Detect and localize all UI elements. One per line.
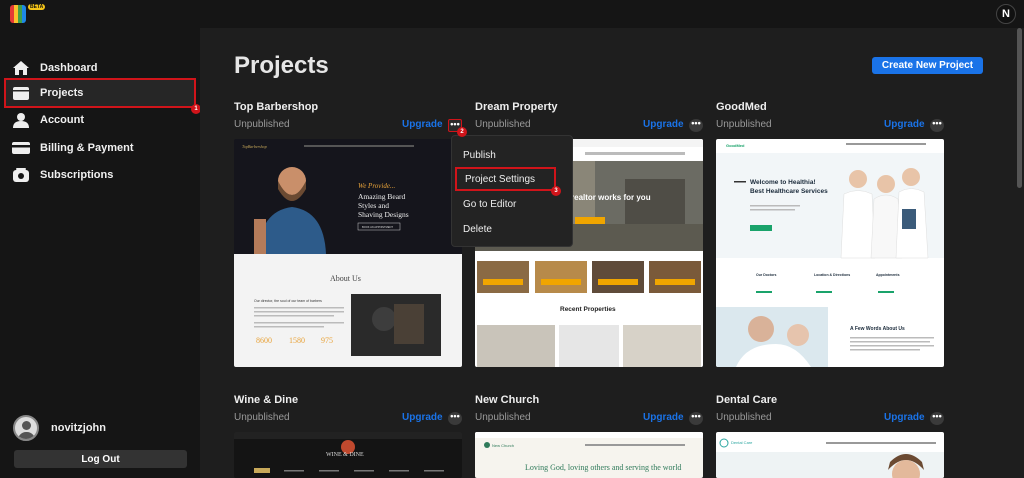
project-thumbnail[interactable]: Dental Care	[716, 432, 944, 478]
preview-about: About Us	[330, 274, 361, 283]
preview-about-sub: Our director, the soul of our team of ba…	[254, 299, 322, 303]
preview-brand: GoodMed	[726, 143, 745, 148]
preview-tagline: We Provide...	[358, 182, 395, 190]
project-thumbnail[interactable]: WINE & DINE	[234, 432, 462, 478]
more-options-button[interactable]: •••	[930, 119, 944, 132]
project-thumbnail[interactable]: GoodMed Welcome to Healthia! Best Health…	[716, 139, 944, 367]
user-icon	[12, 112, 30, 128]
more-options-button[interactable]: •••	[448, 412, 462, 425]
preview-brand: WINE & DINE	[326, 452, 364, 458]
sidebar-item-account[interactable]: Account	[6, 107, 196, 133]
preview-headline: Loving God, loving others and serving th…	[525, 463, 681, 472]
preview-headline-3: Shaving Designs	[358, 210, 409, 219]
project-status: Unpublished	[716, 119, 772, 130]
dental-preview: Dental Care	[716, 432, 944, 478]
preview-section: Recent Properties	[560, 306, 616, 313]
project-status: Unpublished	[475, 119, 531, 130]
annotation-badge-3: 3	[551, 186, 561, 196]
project-title: New Church	[475, 394, 540, 406]
top-bar: BETA N	[0, 0, 1024, 28]
sidebar-item-subscriptions[interactable]: Subscriptions	[6, 162, 196, 188]
goodmed-preview: GoodMed Welcome to Healthia! Best Health…	[716, 139, 944, 367]
project-title: Dream Property	[475, 101, 558, 113]
preview-col-2: Location & Directions	[814, 273, 850, 277]
project-status: Unpublished	[234, 412, 290, 423]
project-thumbnail[interactable]: TopBarbershop We Provide... Amazing Bear…	[234, 139, 462, 367]
preview-col-3: Appointments	[876, 273, 900, 277]
preview-cta: BOOK AN APPOINTMENT	[362, 225, 393, 229]
preview-stat-1: 8600	[256, 336, 272, 345]
barbershop-preview: TopBarbershop We Provide... Amazing Bear…	[234, 139, 462, 367]
upgrade-link[interactable]: Upgrade	[643, 119, 684, 130]
sidebar-item-label: Account	[40, 114, 84, 126]
sidebar-item-label: Projects	[40, 87, 84, 99]
project-status: Unpublished	[475, 412, 531, 423]
preview-welcome-1: Welcome to Healthia!	[750, 179, 816, 186]
project-thumbnail[interactable]: New Church Loving God, loving others and…	[475, 432, 703, 478]
preview-headline-2: Styles and	[358, 201, 389, 210]
upgrade-link[interactable]: Upgrade	[402, 119, 443, 130]
profile-avatar[interactable]: N	[996, 4, 1016, 24]
upgrade-link[interactable]: Upgrade	[643, 412, 684, 423]
project-status: Unpublished	[234, 119, 290, 130]
annotation-badge-2: 2	[457, 127, 467, 137]
sidebar-item-label: Billing & Payment	[40, 142, 134, 154]
page-title: Projects	[234, 52, 329, 79]
project-title: GoodMed	[716, 101, 767, 113]
preview-words: A Few Words About Us	[850, 326, 905, 332]
more-options-button[interactable]: •••	[930, 412, 944, 425]
menu-item-project-settings[interactable]: Project Settings	[455, 167, 556, 191]
preview-welcome-2: Best Healthcare Services	[750, 188, 828, 195]
project-status: Unpublished	[716, 412, 772, 423]
logout-button[interactable]: Log Out	[14, 450, 187, 468]
preview-headline-1: Amazing Beard	[358, 192, 406, 201]
upgrade-link[interactable]: Upgrade	[402, 412, 443, 423]
preview-stat-2: 1580	[289, 336, 305, 345]
subscriptions-icon	[12, 167, 30, 183]
main-content: Projects Create New Project Top Barbersh…	[200, 28, 1024, 478]
church-preview: New Church Loving God, loving others and…	[475, 432, 703, 478]
sidebar-item-projects[interactable]: Projects	[4, 78, 196, 108]
sidebar-item-label: Subscriptions	[40, 169, 114, 181]
upgrade-link[interactable]: Upgrade	[884, 119, 925, 130]
sidebar-item-billing[interactable]: Billing & Payment	[6, 135, 196, 161]
scrollbar[interactable]	[1017, 28, 1022, 188]
more-options-button[interactable]: •••	[689, 119, 703, 132]
card-icon	[12, 140, 30, 156]
project-title: Wine & Dine	[234, 394, 299, 406]
upgrade-link[interactable]: Upgrade	[884, 412, 925, 423]
preview-stat-3: 975	[321, 336, 333, 345]
sidebar-item-label: Dashboard	[40, 62, 98, 74]
project-title: Dental Care	[716, 394, 778, 406]
create-new-project-button[interactable]: Create New Project	[872, 57, 983, 74]
menu-item-delete[interactable]: Delete	[452, 217, 574, 241]
preview-brand: TopBarbershop	[242, 144, 267, 149]
sidebar: Dashboard Projects 1 Account Billing & P…	[0, 28, 201, 478]
preview-hero-text: realtor works for you	[571, 193, 651, 202]
preview-col-1: Our Doctors	[756, 273, 776, 277]
menu-item-publish[interactable]: Publish	[452, 143, 574, 167]
preview-brand: New Church	[492, 443, 514, 448]
project-title: Top Barbershop	[234, 101, 319, 113]
app-logo[interactable]	[10, 5, 26, 23]
preview-brand: Dental Care	[731, 440, 753, 445]
more-options-button[interactable]: •••	[689, 412, 703, 425]
beta-badge: BETA	[28, 4, 46, 10]
projects-icon	[12, 85, 30, 101]
user-profile[interactable]: novitzjohn	[13, 415, 106, 441]
home-icon	[12, 60, 30, 76]
user-avatar	[13, 415, 39, 441]
username: novitzjohn	[51, 422, 106, 434]
wine-preview: WINE & DINE	[234, 432, 462, 478]
